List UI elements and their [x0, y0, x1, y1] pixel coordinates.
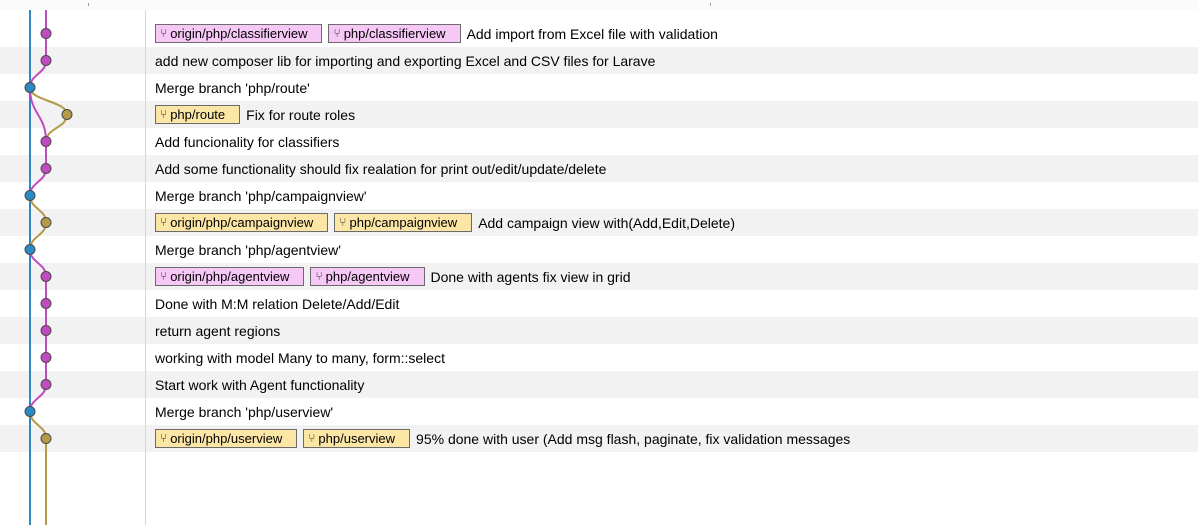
- commit-message: 95% done with user (Add msg flash, pagin…: [416, 430, 851, 447]
- commit-row[interactable]: return agent regions: [0, 317, 1198, 344]
- commit-graph: [24, 10, 73, 525]
- commit-message: Add import from Excel file with validati…: [466, 25, 718, 42]
- commit-row[interactable]: Add some functionality should fix realat…: [0, 155, 1198, 182]
- commit-row[interactable]: working with model Many to many, form::s…: [0, 344, 1198, 371]
- commit-node: [40, 325, 52, 336]
- git-branch-icon: ⑂: [308, 431, 316, 445]
- branch-tag-label: php/campaignview: [349, 215, 458, 230]
- commit-row[interactable]: ⑂ origin/php/agentview ⑂ php/agentview Done …: [0, 263, 1198, 290]
- commit-row[interactable]: ⑂ origin/php/campaignview ⑂ php/campaignvie…: [0, 209, 1198, 236]
- branch-tag[interactable]: ⑂ php/agentview: [310, 267, 425, 286]
- git-branch-icon: ⑂: [160, 26, 168, 40]
- commit-message: Add campaign view with(Add,Edit,Delete): [478, 214, 735, 231]
- branch-tag-label: php/userview: [318, 431, 396, 446]
- branch-tag[interactable]: ⑂ origin/php/agentview: [155, 267, 305, 286]
- branch-tag-label: php/agentview: [325, 269, 410, 284]
- commit-message: working with model Many to many, form::s…: [155, 349, 445, 366]
- branch-tag-label: php/route: [170, 107, 226, 122]
- branch-tag[interactable]: ⑂ php/route: [155, 105, 241, 124]
- branch-tag-label: origin/php/userview: [170, 431, 283, 446]
- branch-tag-label: origin/php/campaignview: [170, 215, 314, 230]
- git-branch-icon: ⑂: [333, 26, 341, 40]
- branch-tag-label: origin/php/agentview: [170, 269, 290, 284]
- commit-message: Merge branch 'php/userview': [155, 403, 334, 420]
- commit-row[interactable]: Start work with Agent functionality: [0, 371, 1198, 398]
- commit-row[interactable]: ⑂ origin/php/userview ⑂ php/userview 95% don…: [0, 425, 1198, 452]
- branch-tag[interactable]: ⑂ php/campaignview: [334, 213, 473, 232]
- commit-row[interactable]: add new composer lib for importing and e…: [0, 47, 1198, 74]
- git-branch-icon: ⑂: [160, 269, 168, 283]
- branch-tag[interactable]: ⑂ origin/php/userview: [155, 429, 298, 448]
- commit-node: [24, 406, 36, 417]
- commit-node: [40, 28, 52, 39]
- column-header: [0, 0, 1198, 10]
- commit-message: Done with M:M relation Delete/Add/Edit: [155, 295, 400, 312]
- commit-row[interactable]: Merge branch 'php/agentview': [0, 236, 1198, 263]
- commit-row[interactable]: Add funcionality for classifiers: [0, 128, 1198, 155]
- commit-node: [40, 433, 52, 444]
- branch-tag-label: origin/php/classifierview: [170, 26, 308, 41]
- commit-node: [40, 352, 52, 363]
- commit-node: [40, 271, 52, 282]
- commit-message: Add some functionality should fix realat…: [155, 160, 607, 177]
- commit-node: [40, 217, 52, 228]
- commit-message: Add funcionality for classifiers: [155, 133, 340, 150]
- column-divider[interactable]: [710, 3, 711, 6]
- branch-tag[interactable]: ⑂ origin/php/campaignview: [155, 213, 329, 232]
- commit-node: [61, 109, 73, 120]
- commit-message: Merge branch 'php/campaignview': [155, 187, 367, 204]
- commit-node: [24, 190, 36, 201]
- commit-node: [40, 298, 52, 309]
- git-branch-icon: ⑂: [160, 107, 168, 121]
- commit-node: [24, 244, 36, 255]
- commit-row[interactable]: Merge branch 'php/campaignview': [0, 182, 1198, 209]
- column-separator: [145, 10, 146, 525]
- commit-node: [24, 82, 36, 93]
- branch-tag[interactable]: ⑂ php/userview: [303, 429, 411, 448]
- commit-node: [40, 136, 52, 147]
- commit-message: Fix for route roles: [246, 106, 356, 123]
- commit-message: Done with agents fix view in grid: [430, 268, 631, 285]
- commit-message: Merge branch 'php/route': [155, 79, 310, 96]
- commit-row[interactable]: Done with M:M relation Delete/Add/Edit: [0, 290, 1198, 317]
- commit-row[interactable]: ⑂ php/route Fix for route roles: [0, 101, 1198, 128]
- commit-row[interactable]: Merge branch 'php/route': [0, 74, 1198, 101]
- commit-node: [40, 55, 52, 66]
- git-branch-icon: ⑂: [315, 269, 323, 283]
- commit-row[interactable]: ⑂ origin/php/classifierview ⑂ php/classifie…: [0, 20, 1198, 47]
- git-branch-icon: ⑂: [160, 215, 168, 229]
- branch-tag-label: php/classifierview: [343, 26, 446, 41]
- commit-message: add new composer lib for importing and e…: [155, 52, 656, 69]
- branch-tag[interactable]: ⑂ php/classifierview: [328, 24, 461, 43]
- commit-message: return agent regions: [155, 322, 281, 339]
- git-branch-icon: ⑂: [339, 215, 347, 229]
- commit-message: Merge branch 'php/agentview': [155, 241, 341, 258]
- commit-row[interactable]: Merge branch 'php/userview': [0, 398, 1198, 425]
- branch-tag[interactable]: ⑂ origin/php/classifierview: [155, 24, 323, 43]
- git-branch-icon: ⑂: [160, 431, 168, 445]
- commit-node: [40, 163, 52, 174]
- commit-message: Start work with Agent functionality: [155, 376, 365, 393]
- commit-node: [40, 379, 52, 390]
